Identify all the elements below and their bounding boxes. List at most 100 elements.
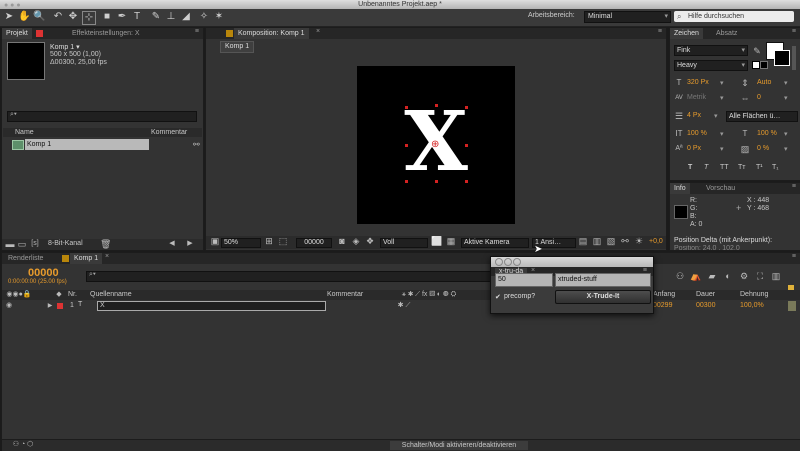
new-folder-icon[interactable]: ▭ — [17, 239, 27, 249]
zoom-icon[interactable] — [513, 258, 521, 266]
toggle-pixel-icon[interactable]: ▤ — [578, 236, 588, 246]
zoom-tool-icon[interactable]: 🔍 — [33, 11, 45, 23]
bbox-handle[interactable] — [465, 144, 468, 147]
column-duration[interactable]: Dauer — [696, 291, 715, 298]
column-comment[interactable]: Kommentar — [327, 291, 363, 298]
mask-icon[interactable]: ⬚ — [278, 236, 288, 246]
project-item-name[interactable]: Komp 1 — [25, 139, 149, 150]
transparency-grid-icon[interactable]: ▦ — [446, 236, 456, 246]
vertical-scale-value[interactable]: 100 % — [687, 130, 707, 137]
zoom-select[interactable]: 50% — [221, 238, 261, 248]
amount-input[interactable]: 50 — [495, 273, 553, 287]
draft-3d-icon[interactable]: ⚇ — [674, 271, 686, 281]
flowchart-icon[interactable]: ⚯ — [620, 236, 630, 246]
region-icon[interactable]: ⬜ — [431, 236, 442, 246]
panel-menu-icon[interactable]: ≡ — [792, 253, 796, 260]
pen-tool-icon[interactable]: ✒ — [116, 11, 128, 23]
all-caps-button[interactable]: TT — [720, 164, 729, 171]
layer-in[interactable]: 00299 — [653, 302, 672, 309]
xtrude-it-button[interactable]: X-Trude-It — [555, 290, 651, 304]
black-swatch[interactable] — [760, 61, 768, 69]
eyedropper-icon[interactable]: ✎ — [752, 46, 762, 56]
stroke-type-select[interactable]: Alle Flächen ü… — [726, 111, 798, 122]
font-style-select[interactable]: Heavy ▾ — [674, 60, 748, 71]
layer-switch-icons[interactable]: ✱ ⟋ — [394, 301, 414, 311]
leading-value[interactable]: Auto — [757, 79, 771, 86]
toggle-switches-modes-button[interactable]: Schalter/Modi aktivieren/deaktivieren — [390, 441, 528, 450]
tsume-value[interactable]: 0 % — [757, 145, 769, 152]
font-size-value[interactable]: 320 Px — [687, 79, 709, 86]
exposure-value[interactable]: +0,0 — [649, 238, 663, 245]
channel-icon[interactable]: ◈ — [351, 236, 361, 246]
stroke-width-value[interactable]: 4 Px — [687, 112, 701, 119]
rotate-tool-icon[interactable]: ↶ — [52, 11, 64, 23]
graph-editor-icon[interactable]: ⛶ — [754, 271, 766, 281]
tab-composition[interactable]: Komposition: Komp 1 — [234, 28, 309, 39]
av-switches-icon[interactable]: ◉◉●🔒 — [4, 290, 34, 300]
column-comment[interactable]: Kommentar — [151, 129, 187, 136]
table-row[interactable]: ◉ ▶ 1 T X ✱ ⟋ 00299 00300 100,0% — [2, 301, 800, 311]
hand-tool-icon[interactable]: ✋ — [18, 11, 30, 23]
label-tag-icon[interactable]: ◆ — [54, 290, 64, 300]
trash-icon[interactable]: 🗑 — [100, 239, 111, 249]
superscript-button[interactable]: T¹ — [756, 164, 763, 171]
comp-flowchart-tab[interactable]: Komp 1 — [220, 41, 255, 53]
comp-canvas[interactable]: X ⊕ — [357, 66, 515, 224]
footer-toggle-icons[interactable]: ⚇ ◔ ⬡ — [6, 440, 40, 450]
small-caps-button[interactable]: Tт — [738, 164, 745, 171]
timecode-field[interactable]: 00000 — [296, 238, 332, 248]
scroll-left-icon[interactable]: ◀ — [168, 239, 176, 249]
pan-behind-icon[interactable]: ⊹ — [82, 11, 96, 25]
subscript-button[interactable]: T₁ — [772, 164, 779, 171]
tab-effect-controls[interactable]: Effekteinstellungen: X — [68, 28, 144, 39]
timeline-icon[interactable]: ▧ — [606, 236, 616, 246]
selection-tool-icon[interactable]: ➤ — [3, 11, 15, 23]
hide-shy-icon[interactable]: ⛺ — [690, 271, 702, 281]
anchor-point-icon[interactable]: ⊕ — [431, 140, 439, 150]
layer-switches-icon[interactable]: ⚹ ✱ ⟋ fx ▨ ◐ ◍ ⛭ — [394, 290, 464, 300]
white-swatch[interactable] — [752, 61, 760, 69]
bbox-handle[interactable] — [465, 180, 468, 183]
expand-arrow-icon[interactable]: ▶ — [46, 301, 54, 311]
tab-preview[interactable]: Vorschau — [702, 183, 739, 194]
kerning-value[interactable]: Metrik — [687, 94, 706, 101]
xtruda-titlebar[interactable] — [491, 257, 653, 267]
column-source-name[interactable]: Quellenname — [90, 291, 132, 298]
minimize-icon[interactable] — [504, 258, 512, 266]
puppet-tool-icon[interactable]: ✶ — [213, 11, 225, 23]
motion-blur-icon[interactable]: ◐ — [722, 271, 734, 281]
tab-timeline-comp[interactable]: Komp 1 — [70, 253, 103, 264]
panel-menu-icon[interactable]: ≡ — [658, 28, 662, 35]
workspace-select[interactable]: Minimal ▾ — [584, 11, 671, 23]
roto-brush-icon[interactable]: ✧ — [198, 11, 210, 23]
name-input[interactable]: xtruded-stuff — [555, 273, 651, 287]
brainstorm-icon[interactable]: ⚙ — [738, 271, 750, 281]
help-search-field[interactable]: ⌕ Hilfe durchsuchen — [674, 11, 794, 22]
bbox-handle[interactable] — [435, 104, 438, 107]
comp-navigator-icon[interactable]: ▥ — [770, 271, 782, 281]
tab-project[interactable]: Projekt — [2, 28, 32, 39]
panel-menu-icon[interactable]: ≡ — [792, 28, 796, 35]
tab-info[interactable]: Info — [670, 183, 690, 194]
faux-italic-button[interactable]: T — [704, 164, 708, 171]
stroke-color-swatch[interactable] — [774, 50, 790, 66]
close-icon[interactable] — [495, 258, 503, 266]
timeline-timecode[interactable]: 00000 — [28, 267, 59, 279]
faux-bold-button[interactable]: T — [688, 164, 692, 171]
font-family-select[interactable]: Fink ▾ — [674, 45, 748, 56]
quality-select[interactable]: Voll — [380, 238, 428, 248]
flowchart-icon[interactable]: ⚯ — [193, 140, 200, 149]
interpret-footage-icon[interactable]: ▬ — [5, 239, 15, 249]
eraser-tool-icon[interactable]: ◢ — [180, 11, 192, 23]
camera-icon[interactable]: ◙ — [337, 236, 347, 246]
brush-tool-icon[interactable]: ✎ — [150, 11, 162, 23]
tab-render-queue[interactable]: Renderliste — [4, 253, 47, 264]
tab-character[interactable]: Zeichen — [670, 28, 703, 39]
color-icon[interactable]: ❖ — [365, 236, 375, 246]
layer-name-field[interactable]: X — [97, 301, 326, 311]
rectangle-tool-icon[interactable]: ■ — [101, 11, 113, 23]
new-comp-icon[interactable]: [s] — [29, 239, 41, 249]
project-search-input[interactable]: ⌕▾ — [7, 111, 197, 122]
layer-duration[interactable]: 00300 — [696, 302, 715, 309]
panel-menu-icon[interactable]: ≡ — [195, 28, 199, 35]
